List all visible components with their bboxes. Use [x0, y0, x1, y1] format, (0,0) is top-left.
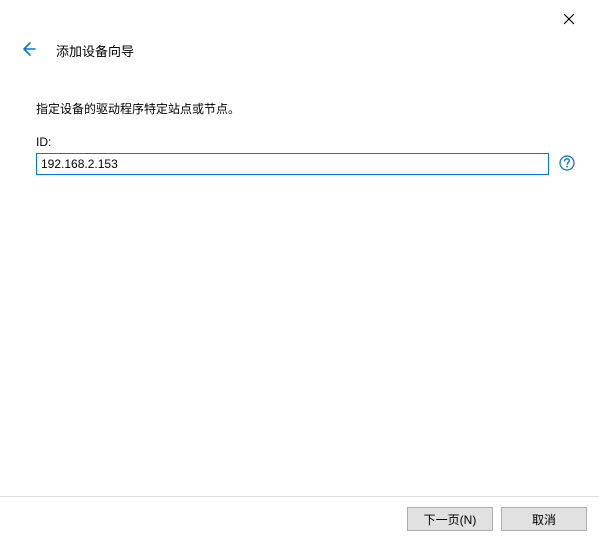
- id-label: ID:: [36, 135, 575, 149]
- close-button[interactable]: [549, 5, 589, 35]
- wizard-title: 添加设备向导: [56, 41, 134, 60]
- close-icon: [563, 13, 575, 28]
- back-button[interactable]: [14, 36, 42, 64]
- instruction-text: 指定设备的驱动程序特定站点或节点。: [36, 100, 575, 117]
- back-arrow-icon: [19, 40, 37, 61]
- id-input[interactable]: [36, 153, 549, 175]
- help-button[interactable]: [559, 156, 575, 172]
- help-icon: [559, 155, 575, 174]
- next-button[interactable]: 下一页(N): [407, 507, 493, 531]
- footer-separator: [0, 496, 599, 497]
- cancel-button[interactable]: 取消: [501, 507, 587, 531]
